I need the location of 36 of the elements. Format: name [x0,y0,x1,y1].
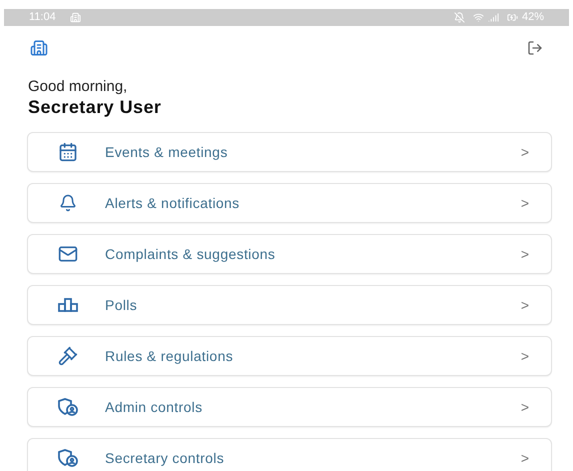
menu-item[interactable]: Rules & regulations > [27,336,552,376]
menu-label: Admin controls [105,398,204,416]
bar-chart-icon [58,297,78,313]
building-logo-icon [30,39,48,57]
menu-item[interactable]: Polls > [27,285,552,325]
mute-icon [454,12,465,23]
chevron: > [520,244,529,264]
chevron: > [520,346,529,366]
menu-label: Alerts & notifications [105,194,241,212]
chevron: > [520,194,529,212]
shield-user-icon [57,449,79,467]
chevron: > [520,296,529,314]
greeting: Good morning, [27,78,128,96]
wifi-icon [472,12,484,23]
chevron: > [520,398,529,416]
menu-label: Complaints & suggestions [105,244,276,264]
menu-label: Events & meetings [105,142,229,162]
menu-item[interactable]: Admin controls > [27,387,552,427]
battery-icon [506,12,518,23]
bell-icon [59,194,77,212]
calendar-icon [58,142,78,162]
menu-item[interactable]: Alerts & notifications > [27,183,552,223]
chevron: > [520,448,529,468]
chevron: > [520,142,529,162]
menu-label: Secretary controls [105,448,226,468]
shield-user-icon [57,398,79,416]
menu-label: Rules & regulations [105,346,234,366]
menu-label: Polls [105,296,138,314]
menu-item[interactable]: Complaints & suggestions > [27,234,552,274]
user-name: Secretary User [27,96,162,118]
menu-item[interactable]: Events & meetings > [27,132,552,172]
building-icon [70,12,81,23]
gavel-icon [58,346,78,366]
logout-button[interactable] [527,40,543,56]
mail-icon [58,244,78,264]
menu-item[interactable]: Secretary controls > [27,438,552,471]
